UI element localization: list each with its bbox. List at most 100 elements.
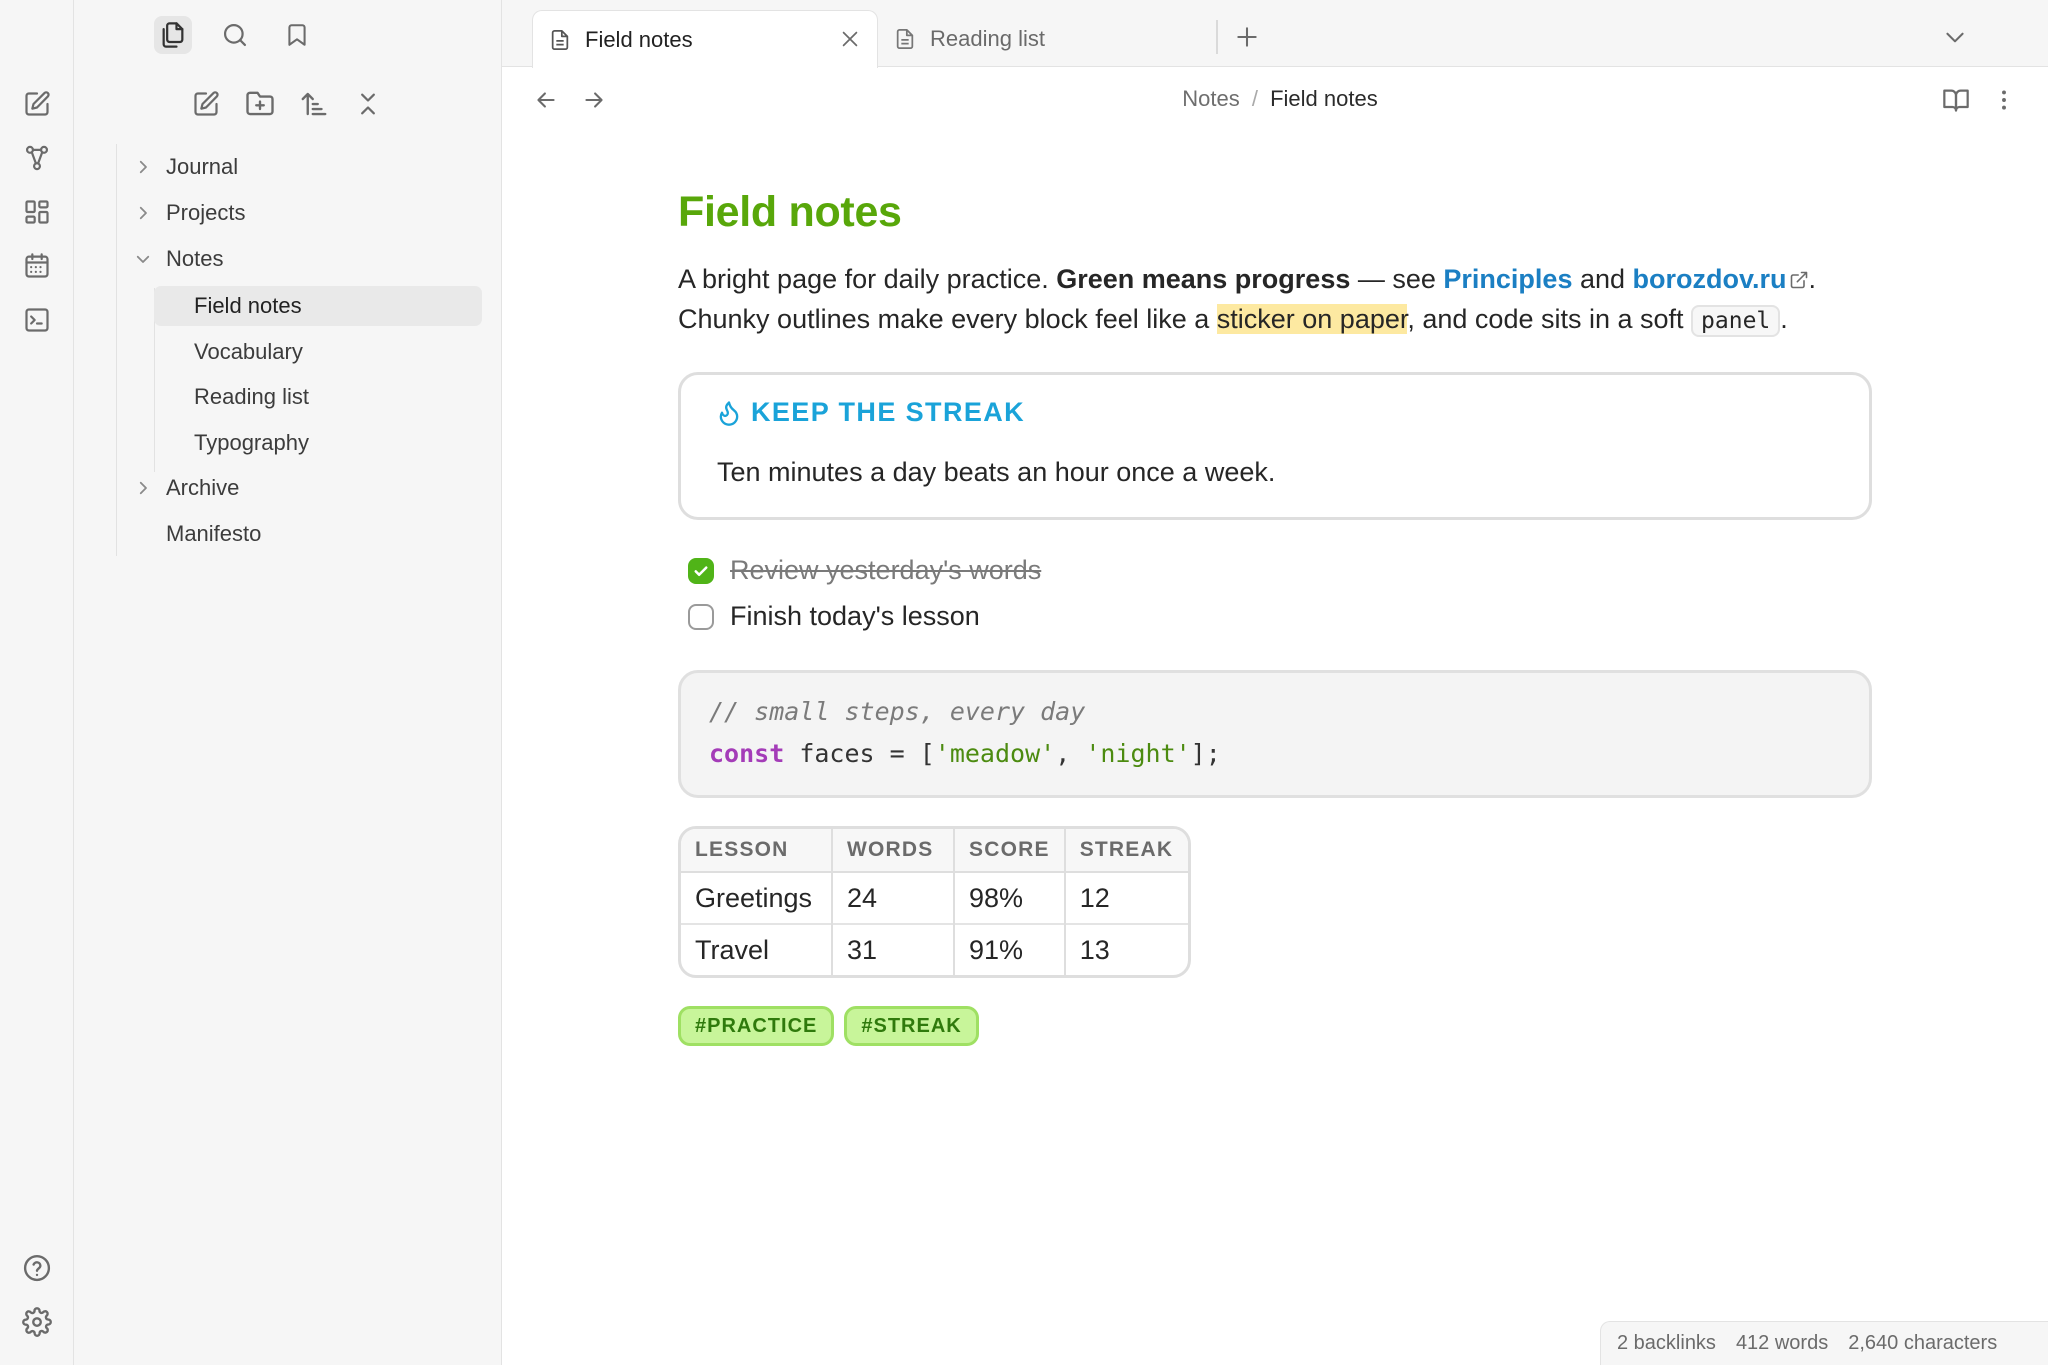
new-tab-button[interactable] — [1230, 20, 1264, 54]
new-note-icon[interactable] — [188, 86, 224, 122]
code-text: faces = [ — [784, 739, 935, 768]
file-explorer-sidebar: Journal Projects Notes Field notes Vocab… — [74, 0, 502, 1365]
task-label: Review yesterday's words — [730, 555, 1042, 585]
paragraph-1: A bright page for daily practice. Green … — [678, 264, 1816, 295]
checkbox-checked[interactable] — [688, 557, 714, 584]
chevron-down-icon — [1946, 32, 1964, 43]
tab-label: Reading list — [930, 25, 1045, 51]
table-header: LESSON — [681, 829, 832, 873]
text: , and code sits in a soft — [1407, 304, 1692, 334]
more-options-button[interactable] — [1988, 84, 2020, 116]
text: A bright page for daily practice. — [678, 264, 1057, 294]
tag-practice[interactable]: #PRACTICE — [678, 1006, 835, 1046]
tree-item-label: Projects — [166, 200, 246, 225]
table-cell[interactable]: 31 — [831, 923, 954, 975]
lessons-table: LESSON WORDS SCORE STREAK Greetings 24 9… — [678, 826, 1191, 978]
table-header: SCORE — [953, 829, 1065, 873]
arrow-right-icon — [585, 92, 603, 108]
callout-title-text: KEEP THE STREAK — [751, 397, 1026, 427]
backlinks-count[interactable]: 2 backlinks — [1617, 1332, 1716, 1355]
more-vertical-icon — [2002, 90, 2006, 110]
tree-item-label: Vocabulary — [194, 339, 303, 364]
text: Chunky outlines make every block feel li… — [678, 304, 1217, 334]
table-cell[interactable]: Greetings — [681, 871, 832, 924]
terminal-icon[interactable] — [21, 304, 53, 336]
internal-link-principles[interactable]: Principles — [1443, 264, 1572, 294]
inline-code: panel — [1691, 305, 1781, 337]
search-icon[interactable] — [216, 16, 254, 54]
text: . — [1780, 304, 1788, 334]
files-icon[interactable] — [154, 16, 192, 54]
callout-title: KEEP THE STREAK — [715, 397, 1025, 428]
table-cell[interactable]: 98% — [953, 871, 1065, 924]
tag-list: #PRACTICE #STREAK — [678, 1006, 979, 1046]
flame-icon — [719, 400, 739, 426]
tab-reading-list[interactable]: Reading list — [878, 10, 1208, 67]
new-note-icon[interactable] — [21, 88, 53, 120]
tag-streak[interactable]: #STREAK — [844, 1006, 979, 1046]
code-string: 'meadow' — [934, 739, 1056, 768]
table-cell[interactable]: 91% — [953, 923, 1065, 975]
file-manifesto[interactable]: Manifesto — [134, 514, 494, 554]
tab-field-notes[interactable]: Field notes — [532, 10, 878, 68]
tab-bar: Field notes Reading list — [502, 0, 2048, 68]
bookmark-icon[interactable] — [278, 16, 316, 54]
graph-icon[interactable] — [21, 142, 53, 174]
chevron-right-icon — [139, 160, 147, 174]
close-icon[interactable] — [839, 28, 861, 50]
chevron-right-icon — [139, 481, 147, 495]
file-field-notes[interactable]: Field notes — [154, 286, 482, 326]
table-row: Greetings 24 98% 12 — [681, 871, 1188, 924]
table-row: Travel 31 91% 13 — [681, 923, 1188, 975]
new-folder-icon[interactable] — [242, 86, 278, 122]
code-string: 'night' — [1085, 739, 1191, 768]
external-link-icon — [1790, 271, 1807, 289]
table-cell[interactable]: 12 — [1063, 871, 1188, 924]
file-typography[interactable]: Typography — [154, 423, 482, 463]
task-item: Review yesterday's words — [688, 555, 1041, 586]
calendar-icon[interactable] — [21, 250, 53, 282]
text: and — [1572, 264, 1633, 294]
tab-label: Field notes — [585, 26, 693, 52]
table-header: WORDS — [831, 829, 954, 873]
arrow-left-icon — [537, 92, 555, 108]
table-cell[interactable]: Travel — [681, 923, 832, 975]
callout-tip: KEEP THE STREAK Ten minutes a day beats … — [678, 372, 1872, 520]
table-cell[interactable]: 13 — [1063, 923, 1188, 975]
plus-icon — [1237, 27, 1257, 47]
file-vocabulary[interactable]: Vocabulary — [154, 332, 482, 372]
folder-notes[interactable]: Notes — [134, 239, 494, 279]
breadcrumb-current[interactable]: Field notes — [1270, 86, 1378, 111]
tree-item-label: Manifesto — [166, 521, 262, 546]
folder-journal[interactable]: Journal — [134, 147, 494, 187]
help-icon[interactable] — [21, 1252, 53, 1284]
table-cell[interactable]: 24 — [831, 871, 954, 924]
file-reading-list[interactable]: Reading list — [154, 377, 482, 417]
checkbox-unchecked[interactable] — [688, 603, 714, 630]
external-link[interactable]: borozdov.ru — [1633, 264, 1787, 294]
chevron-down-icon — [136, 255, 150, 263]
task-label: Finish today's lesson — [730, 601, 980, 631]
bold-text: Green means progress — [1056, 264, 1351, 294]
tree-item-label: Reading list — [194, 384, 309, 409]
folder-archive[interactable]: Archive — [134, 468, 494, 508]
breadcrumb-separator: / — [1251, 86, 1258, 111]
reading-view-button[interactable] — [1940, 84, 1972, 116]
canvas-icon[interactable] — [21, 196, 53, 228]
code-line: const faces = ['meadow', 'night']; — [709, 739, 1221, 768]
folder-projects[interactable]: Projects — [134, 193, 494, 233]
task-item: Finish today's lesson — [688, 601, 980, 632]
tab-list-button[interactable] — [1938, 20, 1972, 54]
character-count: 2,640 characters — [1848, 1332, 1998, 1354]
file-icon — [896, 28, 914, 49]
back-button[interactable] — [530, 84, 562, 116]
sort-icon[interactable] — [296, 86, 332, 122]
collapse-icon[interactable] — [350, 86, 386, 122]
paragraph-2: Chunky outlines make every block feel li… — [678, 304, 1788, 337]
settings-icon[interactable] — [21, 1306, 53, 1338]
forward-button[interactable] — [578, 84, 610, 116]
breadcrumb-parent[interactable]: Notes — [1182, 86, 1239, 111]
code-comment: // small steps, every day — [709, 697, 1086, 726]
code-block[interactable]: // small steps, every day const faces = … — [678, 670, 1872, 798]
word-count: 412 words — [1735, 1332, 1829, 1354]
